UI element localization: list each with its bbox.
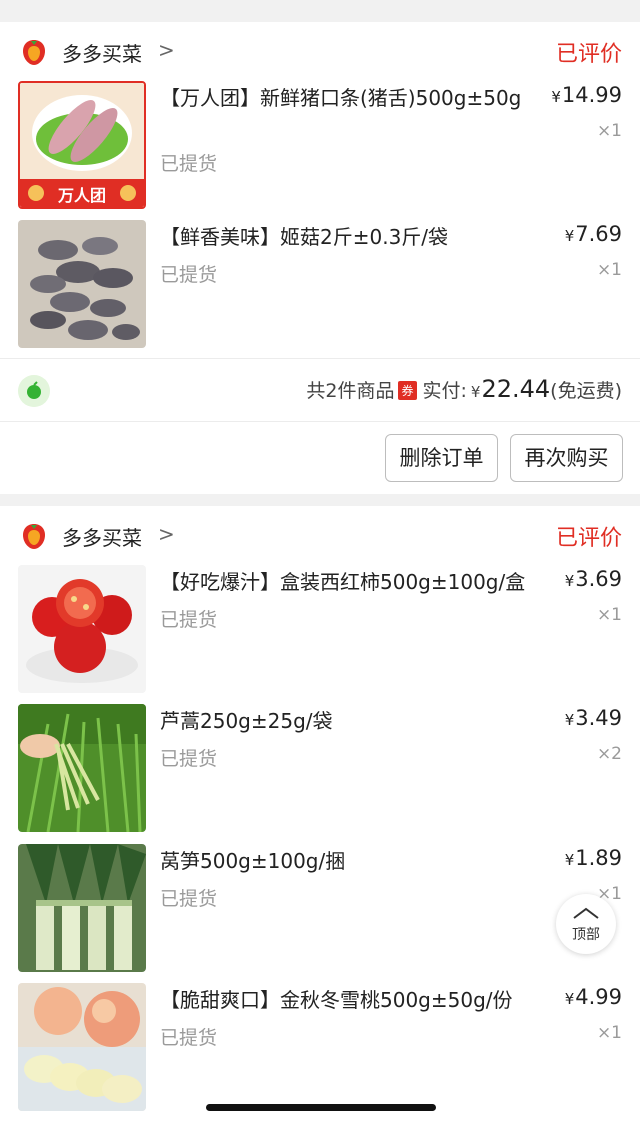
currency-symbol: ¥ [564, 572, 575, 590]
chevron-right-icon: > [158, 38, 175, 62]
item-count: 共2件商品 [306, 380, 395, 402]
order-item[interactable]: 莴笋500g±100g/捆 已提货 ¥1.89 ×1 [0, 844, 640, 976]
currency-symbol: ¥ [564, 990, 575, 1008]
chevron-up-icon [573, 907, 599, 919]
order-status: 已评价 [555, 42, 622, 67]
item-price: ¥3.69 [565, 567, 622, 591]
order-item[interactable]: 芦蒿250g±25g/袋 已提货 ¥3.49 ×2 [0, 704, 640, 836]
item-price: ¥1.89 [565, 846, 622, 870]
promo-badge: 万人团 [57, 186, 106, 205]
item-status: 已提货 [160, 609, 218, 631]
item-quantity: ×1 [596, 605, 622, 625]
item-price: ¥3.49 [565, 706, 622, 730]
currency-symbol: ¥ [564, 851, 575, 869]
item-quantity: ×1 [596, 1023, 622, 1043]
item-quantity: ×1 [596, 121, 622, 141]
divider [0, 421, 640, 422]
home-indicator [206, 1104, 436, 1111]
store-name: 多多买菜 [62, 526, 142, 550]
back-to-top-button[interactable]: 顶部 [556, 894, 616, 954]
item-price: ¥7.69 [565, 222, 622, 246]
paid-label: 实付: [422, 380, 467, 402]
item-title: 【鲜香美味】姬菇2斤±0.3斤/袋 [160, 225, 449, 249]
item-status: 已提货 [160, 153, 218, 175]
price-value: 4.99 [575, 985, 622, 1009]
item-title: 【万人团】新鲜猪口条(猪舌)500g±50g [160, 86, 522, 110]
store-name: 多多买菜 [62, 42, 142, 66]
lettuce-stem-image [18, 844, 146, 972]
item-status: 已提货 [160, 264, 218, 286]
order-item[interactable]: 【脆甜爽口】金秋冬雪桃500g±50g/份 已提货 ¥4.99 ×1 [0, 983, 640, 1115]
item-status: 已提货 [160, 1027, 218, 1049]
store-logo-icon [23, 40, 45, 65]
oyster-mushroom-image [18, 220, 146, 348]
price-value: 3.49 [575, 706, 622, 730]
order-item[interactable]: 【鲜香美味】姬菇2斤±0.3斤/袋 已提货 ¥7.69 ×1 [0, 220, 640, 352]
order-card-1: 多多买菜 > 已评价 万人团 【万人团】新鲜猪口条(猪舌)500g±50g 已提… [0, 22, 640, 494]
item-quantity: ×2 [596, 744, 622, 764]
paid-amount: 22.44 [481, 375, 551, 403]
price-value: 1.89 [575, 846, 622, 870]
currency-symbol: ¥ [551, 88, 561, 106]
artemisia-image [18, 704, 146, 832]
delete-order-button[interactable]: 删除订单 [385, 434, 498, 482]
currency-symbol: ¥ [564, 227, 575, 245]
item-title: 莴笋500g±100g/捆 [160, 849, 346, 873]
price-value: 7.69 [575, 222, 622, 246]
store-header[interactable]: 多多买菜 > 已评价 [0, 22, 640, 82]
item-price: ¥14.99 [551, 83, 622, 107]
item-quantity: ×1 [596, 260, 622, 280]
currency-symbol: ¥ [470, 383, 481, 401]
order-summary: 共2件商品券实付: ¥22.44(免运费) [0, 359, 640, 421]
tomato-image [18, 565, 146, 693]
coupon-badge: 券 [398, 381, 417, 400]
order-card-2: 多多买菜 > 已评价 【好吃爆汁】盒装西红柿500g±100g/盒 已提货 ¥3… [0, 506, 640, 1125]
item-title: 【好吃爆汁】盒装西红柿500g±100g/盒 [160, 570, 526, 594]
back-to-top-label: 顶部 [572, 927, 600, 943]
order-item[interactable]: 【好吃爆汁】盒装西红柿500g±100g/盒 已提货 ¥3.69 ×1 [0, 565, 640, 697]
item-status: 已提货 [160, 748, 218, 770]
currency-symbol: ¥ [564, 711, 575, 729]
price-value: 14.99 [561, 83, 622, 107]
item-status: 已提货 [160, 888, 218, 910]
item-price: ¥4.99 [565, 985, 622, 1009]
item-title: 芦蒿250g±25g/袋 [160, 709, 333, 733]
item-title: 【脆甜爽口】金秋冬雪桃500g±50g/份 [160, 988, 513, 1012]
shipping-note: (免运费) [550, 380, 622, 402]
chevron-right-icon: > [158, 522, 175, 546]
rebuy-button[interactable]: 再次购买 [510, 434, 623, 482]
store-logo-icon [23, 524, 45, 549]
price-value: 3.69 [575, 567, 622, 591]
order-item[interactable]: 万人团 【万人团】新鲜猪口条(猪舌)500g±50g 已提货 ¥14.99 ×1 [0, 81, 640, 213]
pork-tongue-image: 万人团 [18, 81, 146, 209]
peach-image [18, 983, 146, 1111]
order-status: 已评价 [555, 526, 622, 551]
summary-text: 共2件商品券实付: ¥22.44(免运费) [306, 375, 622, 403]
store-header[interactable]: 多多买菜 > 已评价 [0, 506, 640, 566]
pay-method-icon [18, 375, 50, 407]
